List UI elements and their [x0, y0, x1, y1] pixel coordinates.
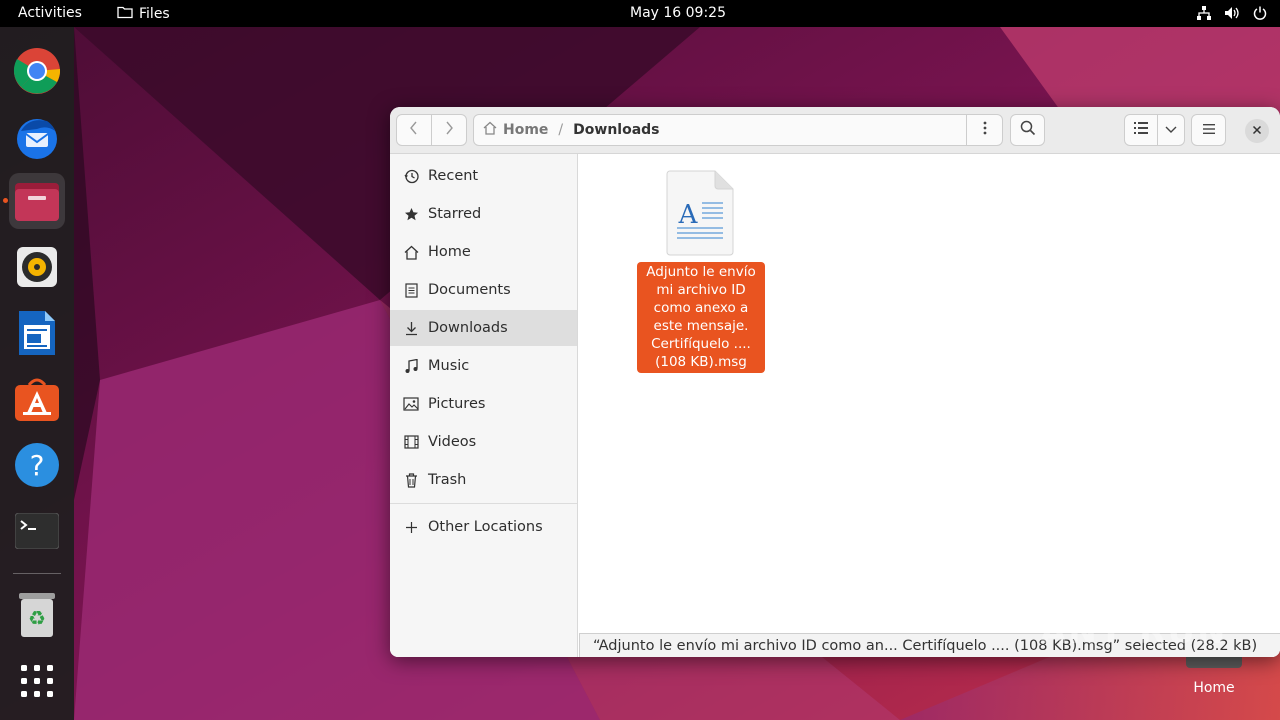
- trash-icon: [403, 472, 419, 488]
- file-name-line: (108 KB).msg: [655, 354, 747, 370]
- sidebar-item-label: Videos: [428, 434, 477, 450]
- list-view-icon: [1134, 122, 1148, 138]
- forward-button[interactable]: [431, 114, 467, 146]
- top-bar: Activities Files May 16 09:25: [0, 0, 1280, 27]
- path-current-folder[interactable]: Downloads: [573, 122, 659, 138]
- trash-icon[interactable]: ♻: [9, 587, 65, 643]
- path-bar: Home / Downloads: [473, 114, 1003, 146]
- sidebar-item-label: Music: [428, 358, 470, 374]
- sidebar-item-recent[interactable]: Recent: [390, 158, 577, 194]
- file-name-label[interactable]: Adjunto le envío mi archivo ID como anex…: [637, 262, 765, 373]
- sidebar-item-label: Downloads: [428, 320, 508, 336]
- sidebar-item-music[interactable]: Music: [390, 348, 577, 384]
- sidebar-item-label: Other Locations: [428, 519, 543, 535]
- dock: ? ♻: [0, 27, 74, 720]
- files-icon[interactable]: [9, 173, 65, 229]
- file-view[interactable]: A Adjunto le envío mi archivo ID como an…: [579, 154, 1280, 657]
- path-home-label: Home: [503, 122, 549, 138]
- header-bar: Home / Downloads: [390, 107, 1280, 154]
- sidebar-item-label: Recent: [428, 168, 479, 184]
- file-name-line: Adjunto le envío: [646, 264, 756, 280]
- svg-text:A: A: [678, 200, 699, 230]
- sidebar-item-videos[interactable]: Videos: [390, 424, 577, 460]
- sidebar-separator: [390, 503, 577, 504]
- music-icon: [403, 358, 419, 374]
- file-name-line: Certifíquelo ....: [651, 336, 751, 352]
- sidebar-item-label: Home: [428, 244, 471, 260]
- back-button[interactable]: [396, 114, 432, 146]
- sidebar-item-label: Documents: [428, 282, 511, 298]
- network-icon[interactable]: [1196, 5, 1212, 21]
- power-icon[interactable]: [1252, 5, 1268, 21]
- search-icon: [1020, 120, 1036, 140]
- view-options-button[interactable]: [1157, 114, 1185, 146]
- running-indicator: [3, 198, 8, 203]
- app-center-icon[interactable]: [9, 371, 65, 427]
- list-view-button[interactable]: [1124, 114, 1158, 146]
- plus-icon: [403, 519, 419, 535]
- volume-icon[interactable]: [1224, 5, 1240, 21]
- chevron-down-icon: [1165, 122, 1177, 138]
- thunderbird-icon[interactable]: [9, 109, 65, 165]
- sidebar-item-trash[interactable]: Trash: [390, 462, 577, 498]
- star-icon: [403, 206, 419, 222]
- hamburger-icon: [1202, 122, 1215, 138]
- sidebar-item-label: Pictures: [428, 396, 486, 412]
- sidebar-item-label: Trash: [428, 472, 467, 488]
- sidebar-item-label: Starred: [428, 206, 482, 222]
- svg-text:♻: ♻: [28, 606, 46, 630]
- chevron-right-icon: [444, 121, 454, 139]
- chevron-left-icon: [409, 121, 419, 139]
- clock-icon: [403, 168, 419, 184]
- help-icon[interactable]: ?: [9, 437, 65, 493]
- dock-separator: [13, 573, 61, 574]
- text-document-icon: A: [665, 170, 735, 258]
- path-menu-button[interactable]: [966, 115, 1002, 145]
- main-menu-button[interactable]: [1191, 114, 1226, 146]
- home-icon: [403, 244, 419, 260]
- picture-icon: [403, 396, 419, 412]
- close-button[interactable]: [1245, 119, 1269, 143]
- clock[interactable]: May 16 09:25: [0, 5, 1280, 21]
- path-home-button[interactable]: Home: [483, 121, 548, 139]
- download-icon: [403, 320, 419, 336]
- desktop-home-label: Home: [1193, 680, 1235, 696]
- rhythmbox-icon[interactable]: [9, 239, 65, 295]
- libreoffice-writer-icon[interactable]: [9, 305, 65, 361]
- vertical-dots-icon: [983, 121, 987, 139]
- sidebar-item-other-locations[interactable]: Other Locations: [390, 509, 577, 545]
- terminal-icon[interactable]: [9, 503, 65, 559]
- sidebar-item-documents[interactable]: Documents: [390, 272, 577, 308]
- sidebar-item-downloads[interactable]: Downloads: [390, 310, 577, 346]
- status-bar: “Adjunto le envío mi archivo ID como an.…: [579, 633, 1280, 657]
- search-button[interactable]: [1010, 114, 1045, 146]
- file-name-line: como anexo a: [653, 300, 749, 316]
- sidebar-item-starred[interactable]: Starred: [390, 196, 577, 232]
- document-icon: [403, 282, 419, 298]
- home-icon: [483, 121, 497, 139]
- chrome-icon[interactable]: [9, 43, 65, 99]
- show-apps-icon[interactable]: [9, 653, 65, 709]
- file-name-line: este mensaje.: [653, 318, 749, 334]
- svg-text:?: ?: [30, 449, 45, 482]
- close-icon: [1252, 123, 1262, 139]
- files-window: Home / Downloads Recent Starred Home Doc…: [390, 107, 1280, 657]
- sidebar: Recent Starred Home Documents Downloads: [390, 154, 578, 657]
- system-tray[interactable]: [1196, 5, 1268, 21]
- file-name-line: mi archivo ID: [656, 282, 746, 298]
- path-separator: /: [558, 122, 564, 138]
- video-icon: [403, 434, 419, 450]
- sidebar-item-pictures[interactable]: Pictures: [390, 386, 577, 422]
- sidebar-item-home[interactable]: Home: [390, 234, 577, 270]
